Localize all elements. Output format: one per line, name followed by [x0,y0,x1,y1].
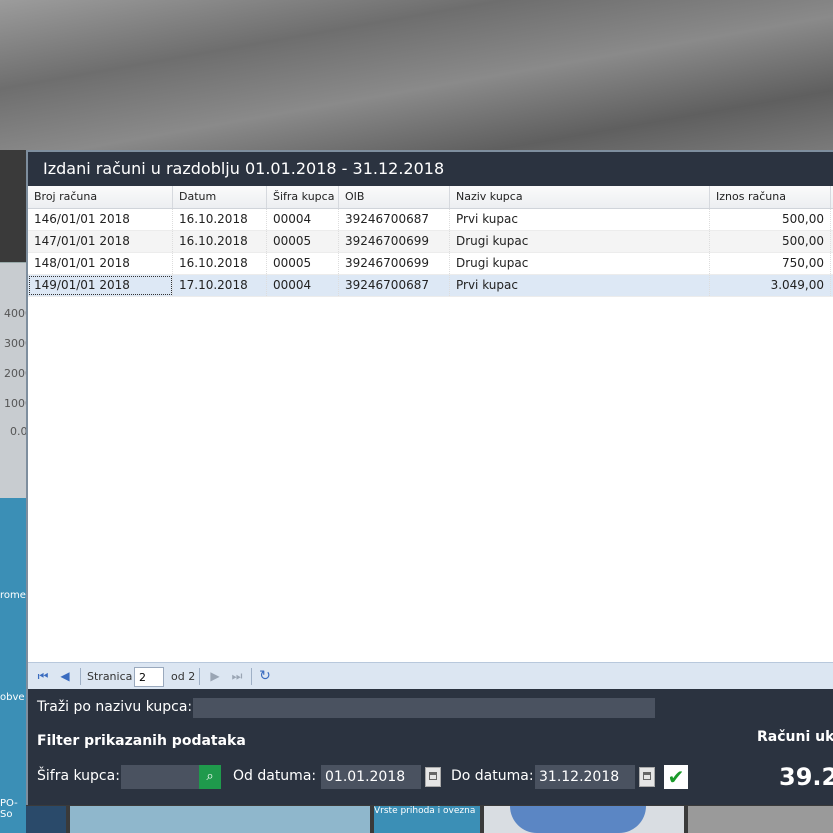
cell-naziv: Drugi kupac [450,253,710,274]
cell-datum: 17.10.2018 [173,275,267,296]
cell-broj: 146/01/01 2018 [28,209,173,230]
od-datuma-input[interactable]: 01.01.2018 [321,765,421,789]
dialog-title: Izdani računi u razdoblju 01.01.2018 - 3… [28,152,833,186]
background-map-tile [70,806,370,833]
cell-oib: 39246700699 [339,231,450,252]
next-page-icon[interactable]: ▶ [208,669,222,683]
refresh-icon[interactable]: ↻ [258,669,272,683]
cell-broj: 149/01/01 2018 [28,275,173,296]
background-banner: Vrste prihoda i ovezna [374,806,480,833]
search-label: Traži po nazivu kupca: [37,699,193,715]
tile-label: obve [0,692,25,703]
cell-sifra: 00005 [267,231,339,252]
pager-toolbar: ⏮ ◀ Stranica od 2 ▶ ⏭ ↻ [28,662,833,690]
sifra-input[interactable] [121,765,199,789]
cell-datum: 16.10.2018 [173,209,267,230]
last-page-icon[interactable]: ⏭ [230,669,244,683]
sifra-label: Šifra kupca: [37,768,120,784]
do-datuma-input[interactable]: 31.12.2018 [535,765,635,789]
table-row-selected[interactable]: 149/01/01 2018 17.10.2018 00004 39246700… [28,275,833,297]
column-header-datum[interactable]: Datum [173,186,267,208]
apply-filter-check-icon[interactable]: ✔ [664,765,688,789]
cell-oib: 39246700687 [339,275,450,296]
cell-broj: 147/01/01 2018 [28,231,173,252]
table-row[interactable]: 146/01/01 2018 16.10.2018 00004 39246700… [28,209,833,231]
cell-iznos: 500,00 [710,209,831,230]
table-row[interactable]: 147/01/01 2018 16.10.2018 00005 39246700… [28,231,833,253]
cell-naziv: Drugi kupac [450,231,710,252]
background-tile [26,806,66,833]
pager-separator [251,668,252,685]
calendar-icon[interactable] [425,767,441,787]
filter-section-title: Filter prikazanih podataka [37,733,246,749]
column-header-naziv[interactable]: Naziv kupca [450,186,710,208]
page-label: Stranica [87,670,133,683]
column-header-oib[interactable]: OIB [339,186,450,208]
background-chart-panel: 4000 3000 2000 1000 0.0 [0,262,32,499]
od-datuma-label: Od datuma: [233,768,317,784]
grid-header: Broj računa Datum Šifra kupca OIB Naziv … [28,186,833,209]
prev-page-icon[interactable]: ◀ [58,669,72,683]
filter-panel: Traži po nazivu kupca: Filter prikazanih… [28,689,833,805]
do-datuma-label: Do datuma: [451,768,534,784]
lookup-search-icon[interactable]: ⌕ [199,765,221,789]
cell-oib: 39246700687 [339,209,450,230]
cell-iznos: 3.049,00 [710,275,831,296]
pager-separator [199,668,200,685]
pager-separator [80,668,81,685]
cell-naziv: Prvi kupac [450,209,710,230]
total-label: Računi uku [757,729,833,745]
calendar-icon[interactable] [639,767,655,787]
column-header-iznos[interactable]: Iznos računa [710,186,831,208]
cell-datum: 16.10.2018 [173,253,267,274]
customer-search-input[interactable] [193,698,655,718]
first-page-icon[interactable]: ⏮ [36,669,50,683]
grid-body: 146/01/01 2018 16.10.2018 00004 39246700… [28,209,833,297]
tile-label: rome [0,590,26,601]
axis-tick: 0.0 [10,425,28,438]
cell-sifra: 00004 [267,275,339,296]
invoices-dialog: Izdani računi u razdoblju 01.01.2018 - 3… [26,150,833,805]
cell-iznos: 750,00 [710,253,831,274]
cell-naziv: Prvi kupac [450,275,710,296]
column-header-broj[interactable]: Broj računa [28,186,173,208]
desktop-background [0,0,833,150]
page-count-label: od 2 [171,670,196,683]
cell-oib: 39246700699 [339,253,450,274]
cell-iznos: 500,00 [710,231,831,252]
column-header-sifra[interactable]: Šifra kupca [267,186,339,208]
background-tile [688,806,833,833]
background-tile [484,806,684,833]
background-tiles: rome obve PO-So [0,498,26,833]
cell-datum: 16.10.2018 [173,231,267,252]
tile-label: PO-So [0,798,18,820]
cell-broj: 148/01/01 2018 [28,253,173,274]
cell-sifra: 00005 [267,253,339,274]
table-row[interactable]: 148/01/01 2018 16.10.2018 00005 39246700… [28,253,833,275]
cell-sifra: 00004 [267,209,339,230]
page-number-input[interactable] [134,667,164,687]
total-value: 39.2 [779,763,833,791]
